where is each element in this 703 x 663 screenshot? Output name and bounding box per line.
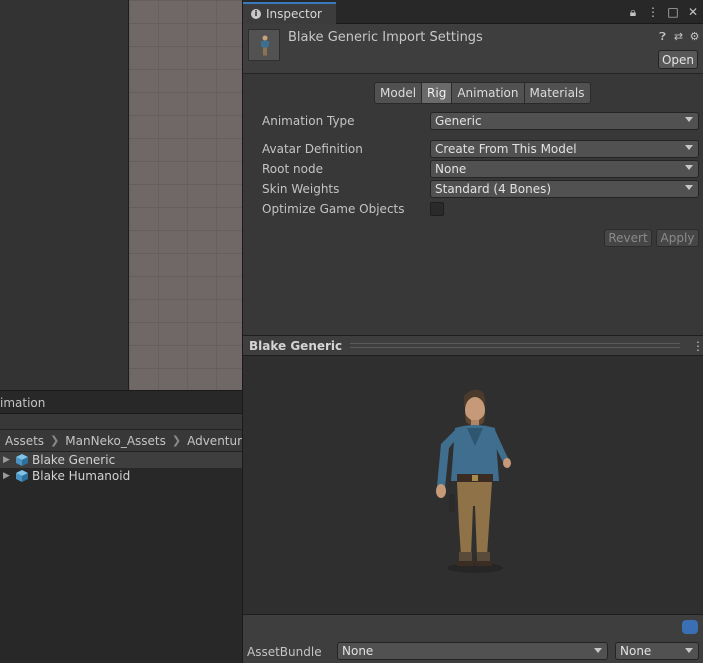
tag-icon[interactable] [682,620,698,634]
project-tab-title[interactable]: imation [0,396,45,410]
skin-weights-label: Skin Weights [262,182,340,196]
prefab-cube-icon [16,454,28,466]
open-button[interactable]: Open [658,50,698,69]
kebab-menu-icon[interactable]: ⋮ [692,339,703,353]
root-node-field: Root node None [262,160,699,178]
avatar-definition-value: Create From This Model [435,142,577,156]
avatar-definition-label: Avatar Definition [262,142,363,156]
assetbundle-name-dropdown[interactable]: None [337,642,608,660]
project-tree: ▶ Blake Generic ▶ Blake Humanoid [0,452,242,484]
animation-type-label: Animation Type [262,114,355,128]
breadcrumb-assets[interactable]: Assets [5,434,44,448]
character-preview-image [436,389,511,573]
animation-type-field: Animation Type Generic [262,112,699,130]
preview-title: Blake Generic [249,338,343,353]
skin-weights-value: Standard (4 Bones) [435,182,552,196]
chevron-down-icon [685,165,693,170]
assetbundle-variant-value: None [620,644,652,658]
window-controls: 🔒︎ ⋮ □ ✕ [627,5,699,19]
maximize-icon[interactable]: □ [667,5,679,19]
skin-weights-dropdown[interactable]: Standard (4 Bones) [430,180,699,198]
optimize-game-objects-label: Optimize Game Objects [262,202,405,216]
help-icon[interactable]: ❓︎ [657,30,668,44]
preview-header: Blake Generic ⋮ [243,335,703,356]
project-toolbar [0,414,242,430]
chevron-down-icon [594,648,602,653]
chevron-down-icon [685,117,693,122]
tab-animation[interactable]: Animation [451,82,525,104]
skin-weights-field: Skin Weights Standard (4 Bones) [262,180,699,198]
chevron-down-icon [685,185,693,190]
root-node-value: None [435,162,467,176]
project-tab-bar: imation [0,391,242,414]
optimize-game-objects-field: Optimize Game Objects [262,200,699,218]
tab-materials[interactable]: Materials [523,82,591,104]
avatar-definition-dropdown[interactable]: Create From This Model [430,140,699,158]
chevron-down-icon [685,145,693,150]
list-item-label: Blake Humanoid [32,469,131,483]
avatar-definition-field: Avatar Definition Create From This Model [262,140,699,158]
inspector-window: i Inspector 🔒︎ ⋮ □ ✕ Blake Generic Impor… [242,0,703,663]
animation-type-value: Generic [435,114,482,128]
list-item[interactable]: ▶ Blake Generic [0,452,242,468]
scene-floor-grid [128,0,242,390]
close-icon[interactable]: ✕ [687,5,699,19]
model-preview[interactable] [243,356,703,614]
settings-icon[interactable]: ⚙ [689,30,700,44]
preset-icon[interactable]: ⇄ [673,30,684,44]
tab-rig[interactable]: Rig [421,82,453,104]
import-tabs: Model Rig Animation Materials [374,82,591,104]
import-settings-header: Blake Generic Import Settings ❓︎ ⇄ ⚙ Ope… [243,24,703,74]
apply-button[interactable]: Apply [656,229,699,247]
kebab-menu-icon[interactable]: ⋮ [647,5,659,19]
assetbundle-name-value: None [342,644,374,658]
scene-view[interactable] [0,0,242,390]
scene-background [0,0,128,390]
breadcrumb-adventurer[interactable]: Adventurer I [187,434,242,448]
assetbundle-variant-dropdown[interactable]: None [615,642,699,660]
animation-type-dropdown[interactable]: Generic [430,112,699,130]
breadcrumb-separator-icon: ❯ [50,434,60,447]
tab-inspector[interactable]: i Inspector [243,2,336,24]
expand-arrow-icon[interactable]: ▶ [3,455,14,465]
prefab-cube-icon [16,470,28,482]
assetbundle-label: AssetBundle [247,645,322,659]
breadcrumb-separator-icon: ❯ [171,434,182,447]
expand-arrow-icon[interactable]: ▶ [3,471,14,481]
breadcrumb-manneko-assets[interactable]: ManNeko_Assets [65,434,166,448]
list-item-label: Blake Generic [32,453,116,467]
chevron-down-icon [685,648,693,653]
project-window: imation Assets ❯ ManNeko_Assets ❯ Advent… [0,390,242,663]
tab-model[interactable]: Model [374,82,423,104]
revert-button[interactable]: Revert [604,229,652,247]
header-icons: ❓︎ ⇄ ⚙ [657,30,700,44]
inspector-tab-bar: i Inspector 🔒︎ ⋮ □ ✕ [243,0,703,24]
tab-inspector-label: Inspector [266,7,322,21]
assetbundle-bar: AssetBundle None None [243,614,703,663]
page-title: Blake Generic Import Settings [288,30,483,45]
optimize-game-objects-checkbox[interactable] [430,202,444,216]
breadcrumb: Assets ❯ ManNeko_Assets ❯ Adventurer I [0,430,242,452]
lock-icon[interactable]: 🔒︎ [627,5,639,19]
model-thumbnail [248,29,280,61]
character-thumbnail-icon [261,35,269,56]
info-icon: i [251,9,261,19]
resize-grip-icon[interactable] [350,343,680,348]
root-node-dropdown[interactable]: None [430,160,699,178]
root-node-label: Root node [262,162,323,176]
list-item[interactable]: ▶ Blake Humanoid [0,468,242,484]
